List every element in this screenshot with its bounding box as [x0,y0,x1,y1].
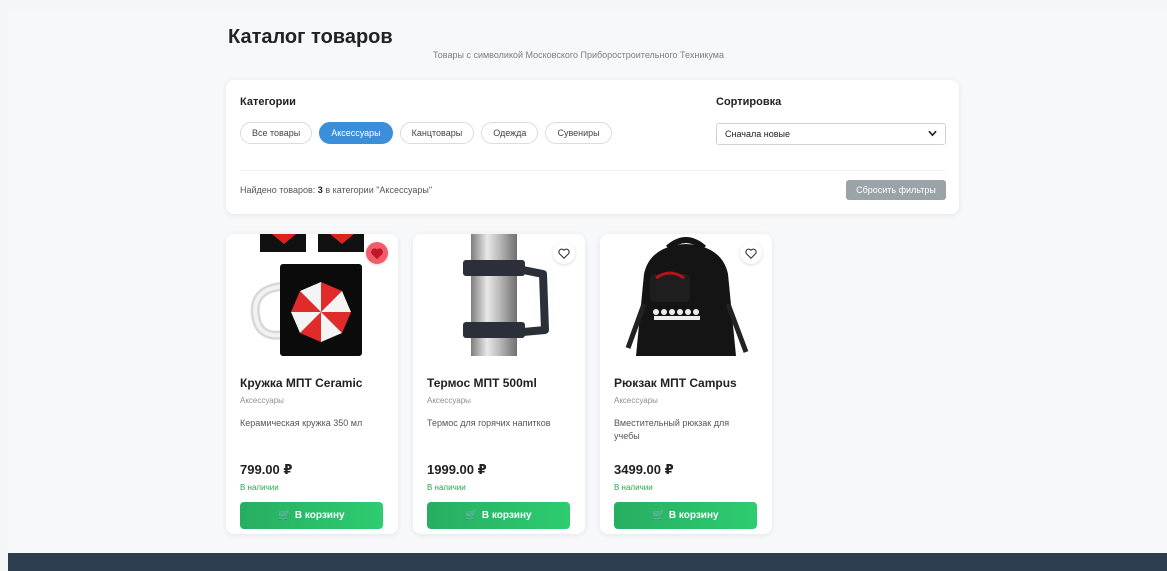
product-card: Термос МПТ 500ml Аксессуары Термос для г… [413,234,585,534]
add-to-cart-button[interactable]: 🛒 В корзину [427,502,570,529]
favorite-button[interactable] [740,242,762,264]
product-name[interactable]: Кружка МПТ Ceramic [240,376,362,390]
page-title: Каталог товаров [228,26,393,48]
product-description: Вместительный рюкзак для учебы [614,418,730,441]
product-category: Аксессуары [427,396,471,405]
chip-souvenirs[interactable]: Сувениры [545,122,612,144]
favorite-button[interactable] [366,242,388,264]
heart-icon [371,247,383,259]
product-name[interactable]: Рюкзак МПТ Campus [614,376,737,390]
sort-select-value: Сначала новые [725,129,790,139]
product-stock-status: В наличии [240,483,279,492]
found-prefix: Найдено товаров: [240,185,316,195]
product-stock-status: В наличии [427,483,466,492]
add-to-cart-button[interactable]: 🛒 В корзину [614,502,757,529]
favorite-button[interactable] [553,242,575,264]
sort-select[interactable]: Сначала новые [716,123,946,145]
found-count: 3 [317,185,323,195]
product-price: 799.00 ₽ [240,462,293,477]
product-price: 1999.00 ₽ [427,462,487,477]
cart-icon: 🛒 [465,510,478,521]
product-name[interactable]: Термос МПТ 500ml [427,376,537,390]
add-to-cart-button[interactable]: 🛒 В корзину [240,502,383,529]
filters-panel: Категории Все товары Аксессуары Канцтова… [226,80,959,214]
add-to-cart-label: В корзину [668,510,719,521]
reset-filters-button[interactable]: Сбросить фильтры [846,180,946,200]
heart-icon [745,248,757,259]
product-card: Рюкзак МПТ Campus Аксессуары Вместительн… [600,234,772,534]
found-count-text: Найдено товаров: 3 в категории "Аксессуа… [240,185,432,195]
product-description: Термос для горячих напитков [427,418,551,428]
chip-all[interactable]: Все товары [240,122,313,144]
chip-clothing[interactable]: Одежда [481,122,539,144]
found-suffix: в категории "Аксессуары" [325,185,433,195]
chevron-down-icon [928,130,937,137]
footer [8,553,1167,571]
category-chips: Все товары Аксессуары Канцтовары Одежда … [240,122,612,144]
page-subtitle: Товары с символикой Московского Приборос… [433,50,724,60]
add-to-cart-label: В корзину [481,510,532,521]
product-description: Керамическая кружка 350 мл [240,418,363,428]
cart-icon: 🛒 [278,510,291,521]
product-price: 3499.00 ₽ [614,462,674,477]
cart-icon: 🛒 [652,510,665,521]
sort-label: Сортировка [716,96,782,108]
chip-accessories[interactable]: Аксессуары [319,122,393,144]
page: Каталог товаров Товары с символикой Моск… [8,10,1167,553]
heart-icon [558,248,570,259]
product-category: Аксессуары [614,396,658,405]
product-category: Аксессуары [240,396,284,405]
divider [240,170,945,171]
chip-stationery[interactable]: Канцтовары [399,122,475,144]
categories-label: Категории [240,96,296,108]
product-card: Кружка МПТ Ceramic Аксессуары Керамическ… [226,234,398,534]
add-to-cart-label: В корзину [294,510,345,521]
product-stock-status: В наличии [614,483,653,492]
